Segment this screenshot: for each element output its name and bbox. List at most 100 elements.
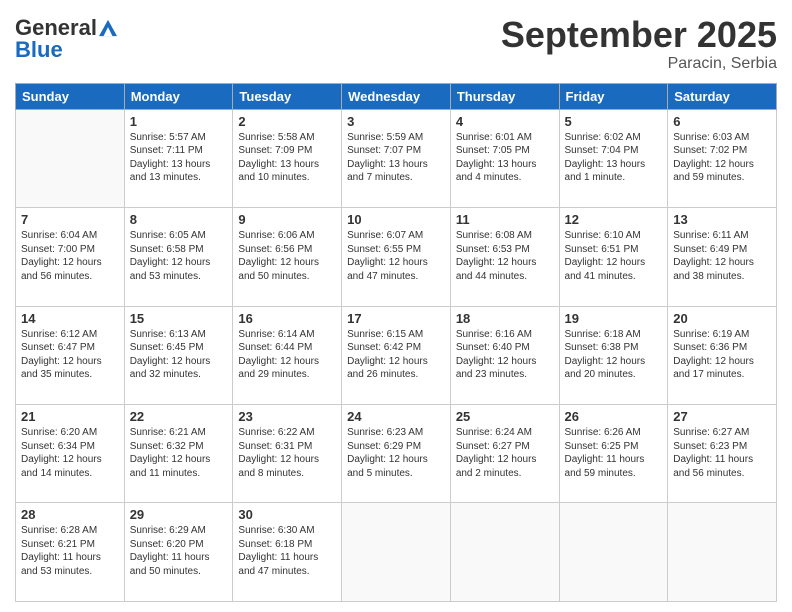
day-number: 5	[565, 114, 663, 129]
day-number: 2	[238, 114, 336, 129]
day-info: Sunrise: 5:57 AMSunset: 7:11 PMDaylight:…	[130, 131, 228, 185]
header-saturday: Saturday	[668, 83, 777, 109]
day-info: Sunrise: 6:02 AMSunset: 7:04 PMDaylight:…	[565, 131, 663, 185]
day-number: 16	[238, 311, 336, 326]
day-number: 29	[130, 507, 228, 522]
calendar-cell: 19 Sunrise: 6:18 AMSunset: 6:38 PMDayligh…	[559, 306, 668, 404]
day-number: 12	[565, 212, 663, 227]
calendar-cell: 8Sunrise: 6:05 AMSunset: 6:58 PMDaylight…	[124, 208, 233, 306]
day-info: Sunrise: 5:58 AMSunset: 7:09 PMDaylight:…	[238, 131, 336, 185]
day-info: Sunrise: 6:07 AMSunset: 6:55 PMDaylight:…	[347, 229, 445, 283]
day-number: 3	[347, 114, 445, 129]
day-number: 18	[456, 311, 554, 326]
day-number: 26	[565, 409, 663, 424]
day-number: 11	[456, 212, 554, 227]
calendar-cell: 9 Sunrise: 6:06 AMSunset: 6:56 PMDaylight…	[233, 208, 342, 306]
day-number: 21	[21, 409, 119, 424]
day-number: 9	[238, 212, 336, 227]
day-info: Sunrise: 6:29 AMSunset: 6:20 PMDaylight:…	[130, 524, 228, 578]
header-wednesday: Wednesday	[342, 83, 451, 109]
day-number: 20	[673, 311, 771, 326]
calendar-cell: 22 Sunrise: 6:21 AMSunset: 6:32 PMDayligh…	[124, 405, 233, 503]
day-info: Sunrise: 6:16 AMSunset: 6:40 PMDaylight:…	[456, 328, 554, 382]
calendar-cell: 29 Sunrise: 6:29 AMSunset: 6:20 PMDayligh…	[124, 503, 233, 602]
day-number: 15	[130, 311, 228, 326]
header: General Blue September 2025 Paracin, Ser…	[15, 15, 777, 73]
calendar-cell: 25 Sunrise: 6:24 AMSunset: 6:27 PMDayligh…	[450, 405, 559, 503]
logo-blue-text: Blue	[15, 37, 63, 63]
header-friday: Friday	[559, 83, 668, 109]
calendar-cell: 4Sunrise: 6:01 AMSunset: 7:05 PMDaylight…	[450, 109, 559, 207]
day-number: 23	[238, 409, 336, 424]
day-info: Sunrise: 6:18 AMSunset: 6:38 PMDaylight:…	[565, 328, 663, 382]
calendar-week-2: 14 Sunrise: 6:12 AMSunset: 6:47 PMDayligh…	[16, 306, 777, 404]
calendar-cell: 14 Sunrise: 6:12 AMSunset: 6:47 PMDayligh…	[16, 306, 125, 404]
day-info: Sunrise: 6:04 AMSunset: 7:00 PMDaylight:…	[21, 229, 119, 283]
calendar-cell	[668, 503, 777, 602]
day-number: 27	[673, 409, 771, 424]
day-number: 17	[347, 311, 445, 326]
logo-triangle-icon	[99, 19, 117, 37]
day-info: Sunrise: 6:23 AMSunset: 6:29 PMDaylight:…	[347, 426, 445, 480]
day-number: 28	[21, 507, 119, 522]
day-info: Sunrise: 6:12 AMSunset: 6:47 PMDaylight:…	[21, 328, 119, 382]
day-info: Sunrise: 6:03 AMSunset: 7:02 PMDaylight:…	[673, 131, 771, 185]
day-info: Sunrise: 6:26 AMSunset: 6:25 PMDaylight:…	[565, 426, 663, 480]
day-number: 19	[565, 311, 663, 326]
calendar-cell: 23 Sunrise: 6:22 AMSunset: 6:31 PMDayligh…	[233, 405, 342, 503]
day-number: 10	[347, 212, 445, 227]
calendar-cell: 17 Sunrise: 6:15 AMSunset: 6:42 PMDayligh…	[342, 306, 451, 404]
calendar-cell: 13 Sunrise: 6:11 AMSunset: 6:49 PMDayligh…	[668, 208, 777, 306]
day-info: Sunrise: 6:20 AMSunset: 6:34 PMDaylight:…	[21, 426, 119, 480]
day-info: Sunrise: 6:22 AMSunset: 6:31 PMDaylight:…	[238, 426, 336, 480]
day-number: 1	[130, 114, 228, 129]
day-info: Sunrise: 6:08 AMSunset: 6:53 PMDaylight:…	[456, 229, 554, 283]
calendar-cell: 1 Sunrise: 5:57 AMSunset: 7:11 PMDaylight…	[124, 109, 233, 207]
calendar-cell: 15Sunrise: 6:13 AMSunset: 6:45 PMDayligh…	[124, 306, 233, 404]
location: Paracin, Serbia	[501, 55, 777, 73]
day-info: Sunrise: 6:15 AMSunset: 6:42 PMDaylight:…	[347, 328, 445, 382]
calendar-cell: 28 Sunrise: 6:28 AMSunset: 6:21 PMDayligh…	[16, 503, 125, 602]
day-number: 14	[21, 311, 119, 326]
calendar-week-3: 21 Sunrise: 6:20 AMSunset: 6:34 PMDayligh…	[16, 405, 777, 503]
calendar-cell: 11 Sunrise: 6:08 AMSunset: 6:53 PMDayligh…	[450, 208, 559, 306]
calendar-table: Sunday Monday Tuesday Wednesday Thursday…	[15, 83, 777, 602]
calendar-cell: 10 Sunrise: 6:07 AMSunset: 6:55 PMDayligh…	[342, 208, 451, 306]
logo: General Blue	[15, 15, 117, 63]
calendar-cell: 27 Sunrise: 6:27 AMSunset: 6:23 PMDayligh…	[668, 405, 777, 503]
title-block: September 2025 Paracin, Serbia	[501, 15, 777, 73]
day-info: Sunrise: 6:19 AMSunset: 6:36 PMDaylight:…	[673, 328, 771, 382]
calendar-week-4: 28 Sunrise: 6:28 AMSunset: 6:21 PMDayligh…	[16, 503, 777, 602]
day-info: Sunrise: 6:11 AMSunset: 6:49 PMDaylight:…	[673, 229, 771, 283]
day-info: Sunrise: 6:21 AMSunset: 6:32 PMDaylight:…	[130, 426, 228, 480]
day-info: Sunrise: 6:10 AMSunset: 6:51 PMDaylight:…	[565, 229, 663, 283]
calendar-cell: 12 Sunrise: 6:10 AMSunset: 6:51 PMDayligh…	[559, 208, 668, 306]
calendar-cell: 2 Sunrise: 5:58 AMSunset: 7:09 PMDaylight…	[233, 109, 342, 207]
month-title: September 2025	[501, 15, 777, 55]
day-info: Sunrise: 6:28 AMSunset: 6:21 PMDaylight:…	[21, 524, 119, 578]
calendar-cell: 24 Sunrise: 6:23 AMSunset: 6:29 PMDayligh…	[342, 405, 451, 503]
calendar-cell	[559, 503, 668, 602]
calendar-cell: 5 Sunrise: 6:02 AMSunset: 7:04 PMDaylight…	[559, 109, 668, 207]
day-number: 22	[130, 409, 228, 424]
page: General Blue September 2025 Paracin, Ser…	[0, 0, 792, 612]
day-number: 24	[347, 409, 445, 424]
day-info: Sunrise: 6:27 AMSunset: 6:23 PMDaylight:…	[673, 426, 771, 480]
calendar-header-row: Sunday Monday Tuesday Wednesday Thursday…	[16, 83, 777, 109]
day-info: Sunrise: 6:06 AMSunset: 6:56 PMDaylight:…	[238, 229, 336, 283]
calendar-cell: 7Sunrise: 6:04 AMSunset: 7:00 PMDaylight…	[16, 208, 125, 306]
calendar-cell: 30 Sunrise: 6:30 AMSunset: 6:18 PMDayligh…	[233, 503, 342, 602]
calendar-cell	[16, 109, 125, 207]
calendar-cell: 16 Sunrise: 6:14 AMSunset: 6:44 PMDayligh…	[233, 306, 342, 404]
day-number: 8	[130, 212, 228, 227]
day-number: 13	[673, 212, 771, 227]
calendar-cell: 26 Sunrise: 6:26 AMSunset: 6:25 PMDayligh…	[559, 405, 668, 503]
day-number: 30	[238, 507, 336, 522]
calendar-cell: 21 Sunrise: 6:20 AMSunset: 6:34 PMDayligh…	[16, 405, 125, 503]
day-info: Sunrise: 6:14 AMSunset: 6:44 PMDaylight:…	[238, 328, 336, 382]
day-number: 25	[456, 409, 554, 424]
day-number: 6	[673, 114, 771, 129]
day-info: Sunrise: 5:59 AMSunset: 7:07 PMDaylight:…	[347, 131, 445, 185]
day-info: Sunrise: 6:24 AMSunset: 6:27 PMDaylight:…	[456, 426, 554, 480]
day-info: Sunrise: 6:30 AMSunset: 6:18 PMDaylight:…	[238, 524, 336, 578]
